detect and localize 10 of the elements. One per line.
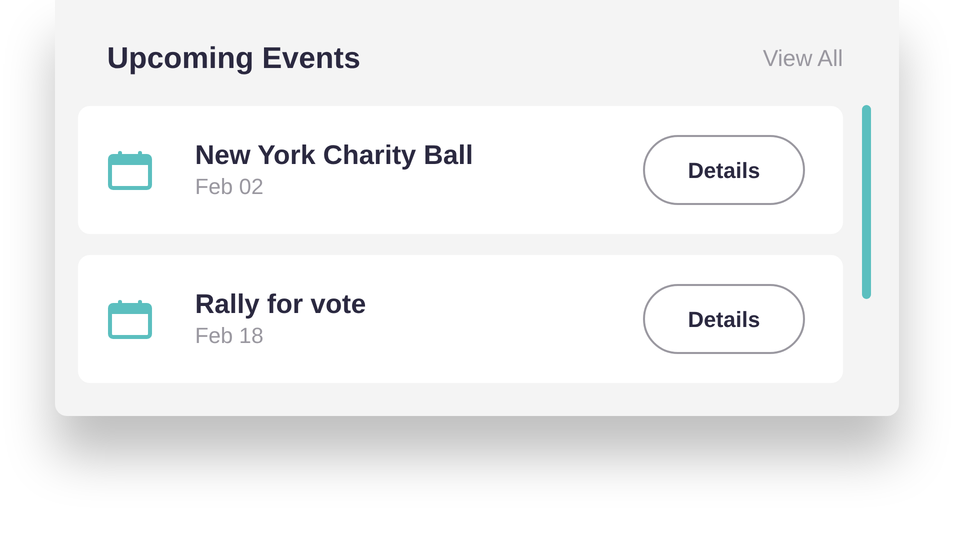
scrollbar[interactable] [862, 105, 871, 299]
event-name: New York Charity Ball [195, 139, 474, 172]
calendar-icon [108, 150, 152, 190]
calendar-icon [108, 299, 152, 339]
details-button[interactable]: Details [643, 135, 805, 205]
event-name: Rally for vote [195, 288, 368, 321]
card-title: Upcoming Events [107, 40, 360, 76]
event-date: Feb 02 [195, 173, 264, 201]
details-button[interactable]: Details [643, 284, 805, 354]
event-date: Feb 18 [195, 322, 264, 350]
